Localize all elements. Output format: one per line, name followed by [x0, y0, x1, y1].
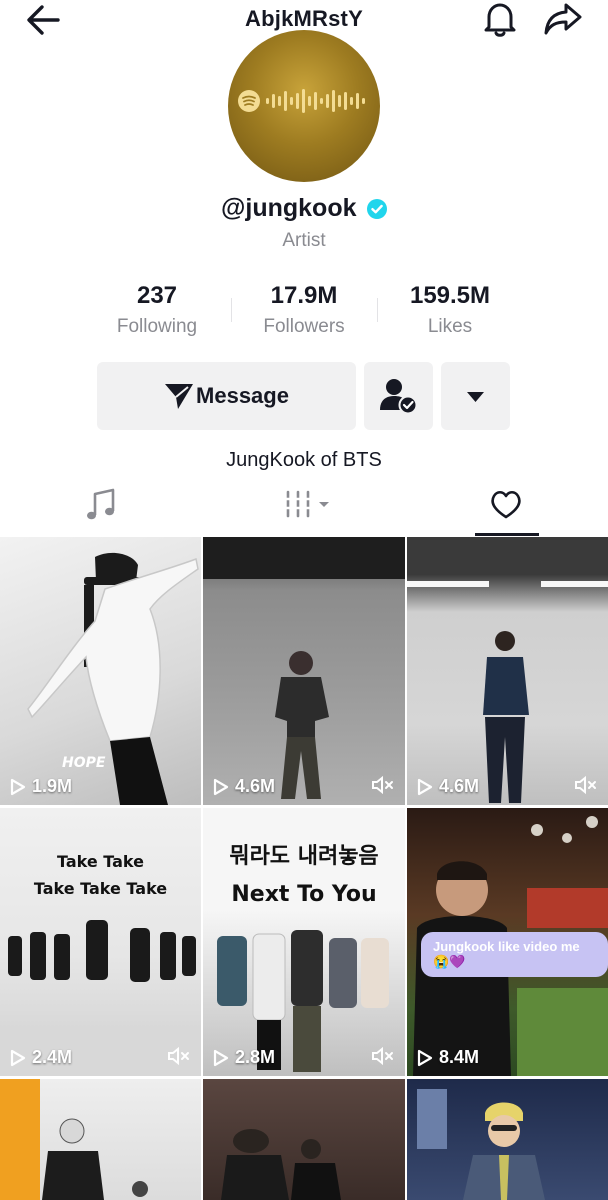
- playlist-bars-icon: [285, 490, 329, 518]
- share-button[interactable]: [542, 2, 584, 36]
- thumbnail-figure: [407, 581, 608, 803]
- handle-row: @jungkook: [0, 194, 608, 223]
- play-icon: [10, 778, 26, 795]
- followers-count: 17.9M: [270, 282, 338, 309]
- video-thumbnail[interactable]: [407, 1079, 608, 1200]
- message-button-label: Message: [196, 383, 289, 408]
- heart-icon: [491, 490, 521, 519]
- music-note-icon: [87, 488, 115, 520]
- tab-playlists[interactable]: [203, 484, 405, 536]
- play-icon: [213, 778, 229, 795]
- send-icon: [165, 384, 194, 409]
- message-button[interactable]: Message: [97, 362, 356, 430]
- muted-speaker-icon: [168, 1046, 189, 1066]
- video-thumbnail[interactable]: 4.6M: [407, 537, 608, 805]
- thumbnail-figure: [217, 930, 389, 1072]
- play-icon: [417, 778, 433, 795]
- video-thumbnail[interactable]: [203, 1079, 405, 1200]
- username-handle: @jungkook: [221, 194, 357, 222]
- video-thumbnail[interactable]: 뭐라도 내려놓음 Next To You 2.8M: [203, 808, 405, 1076]
- thumbnail-figure: [203, 537, 405, 799]
- stat-following[interactable]: 237 Following: [82, 282, 232, 338]
- tab-music[interactable]: [0, 484, 202, 536]
- following-count: 237: [136, 282, 178, 309]
- video-thumbnail[interactable]: HOPE 1.9M: [0, 537, 201, 805]
- view-count: 1.9M: [10, 776, 72, 797]
- video-thumbnail[interactable]: [0, 1079, 201, 1200]
- view-count-label: 1.9M: [32, 776, 73, 796]
- stat-followers[interactable]: 17.9M Followers: [229, 282, 379, 338]
- profile-category: Artist: [282, 230, 326, 251]
- view-count-label: 8.4M: [439, 1047, 480, 1067]
- video-thumbnail[interactable]: 4.6M: [203, 537, 405, 805]
- profile-bio: JungKook of BTS: [226, 449, 382, 471]
- comment-reply-bubble: Jungkook like video me 😭💜: [421, 932, 608, 977]
- view-count: 2.4M: [10, 1047, 72, 1068]
- muted-speaker-icon: [372, 1046, 393, 1066]
- suggested-accounts-button[interactable]: [441, 362, 510, 430]
- view-count: 2.8M: [213, 1047, 275, 1068]
- video-thumbnail[interactable]: Jungkook like video me 😭💜 8.4M: [407, 808, 608, 1076]
- bell-icon: [484, 3, 516, 37]
- play-icon: [417, 1049, 433, 1066]
- view-count: 4.6M: [417, 776, 479, 797]
- view-count-label: 4.6M: [235, 776, 276, 796]
- user-check-icon: [380, 379, 418, 415]
- view-count: 4.6M: [213, 776, 275, 797]
- view-count: 8.4M: [417, 1047, 479, 1068]
- thumbnail-figure: [417, 1089, 545, 1200]
- thumbnail-figure: [221, 1129, 341, 1200]
- play-icon: [10, 1049, 26, 1066]
- tab-liked[interactable]: [406, 484, 608, 536]
- notifications-button[interactable]: [480, 0, 520, 38]
- caret-down-icon: [467, 392, 484, 402]
- verified-badge-icon: [366, 198, 387, 219]
- spotify-code-icon: [238, 89, 365, 113]
- view-count-label: 4.6M: [439, 776, 480, 796]
- video-thumbnail[interactable]: Take Take Take Take Take 2.4M: [0, 808, 201, 1076]
- muted-speaker-icon: [575, 775, 596, 795]
- content-tabs: [0, 484, 608, 536]
- play-icon: [213, 1049, 229, 1066]
- thumbnail-figure: [0, 1079, 148, 1200]
- following-label: Following: [116, 316, 198, 337]
- active-tab-indicator: [475, 533, 539, 536]
- thumbnail-figure: [0, 920, 201, 1076]
- following-status-button[interactable]: [364, 362, 433, 430]
- thumbnail-watermark: HOPE: [62, 755, 106, 771]
- view-count-label: 2.8M: [235, 1047, 276, 1067]
- followers-label: Followers: [263, 316, 345, 337]
- share-arrow-icon: [544, 3, 582, 35]
- profile-avatar[interactable]: [228, 30, 380, 182]
- likes-label: Likes: [427, 316, 473, 337]
- view-count-label: 2.4M: [32, 1047, 73, 1067]
- thumbnail-figure: HOPE: [27, 552, 199, 805]
- stat-likes[interactable]: 159.5M Likes: [375, 282, 525, 338]
- muted-speaker-icon: [372, 775, 393, 795]
- likes-count: 159.5M: [409, 282, 491, 309]
